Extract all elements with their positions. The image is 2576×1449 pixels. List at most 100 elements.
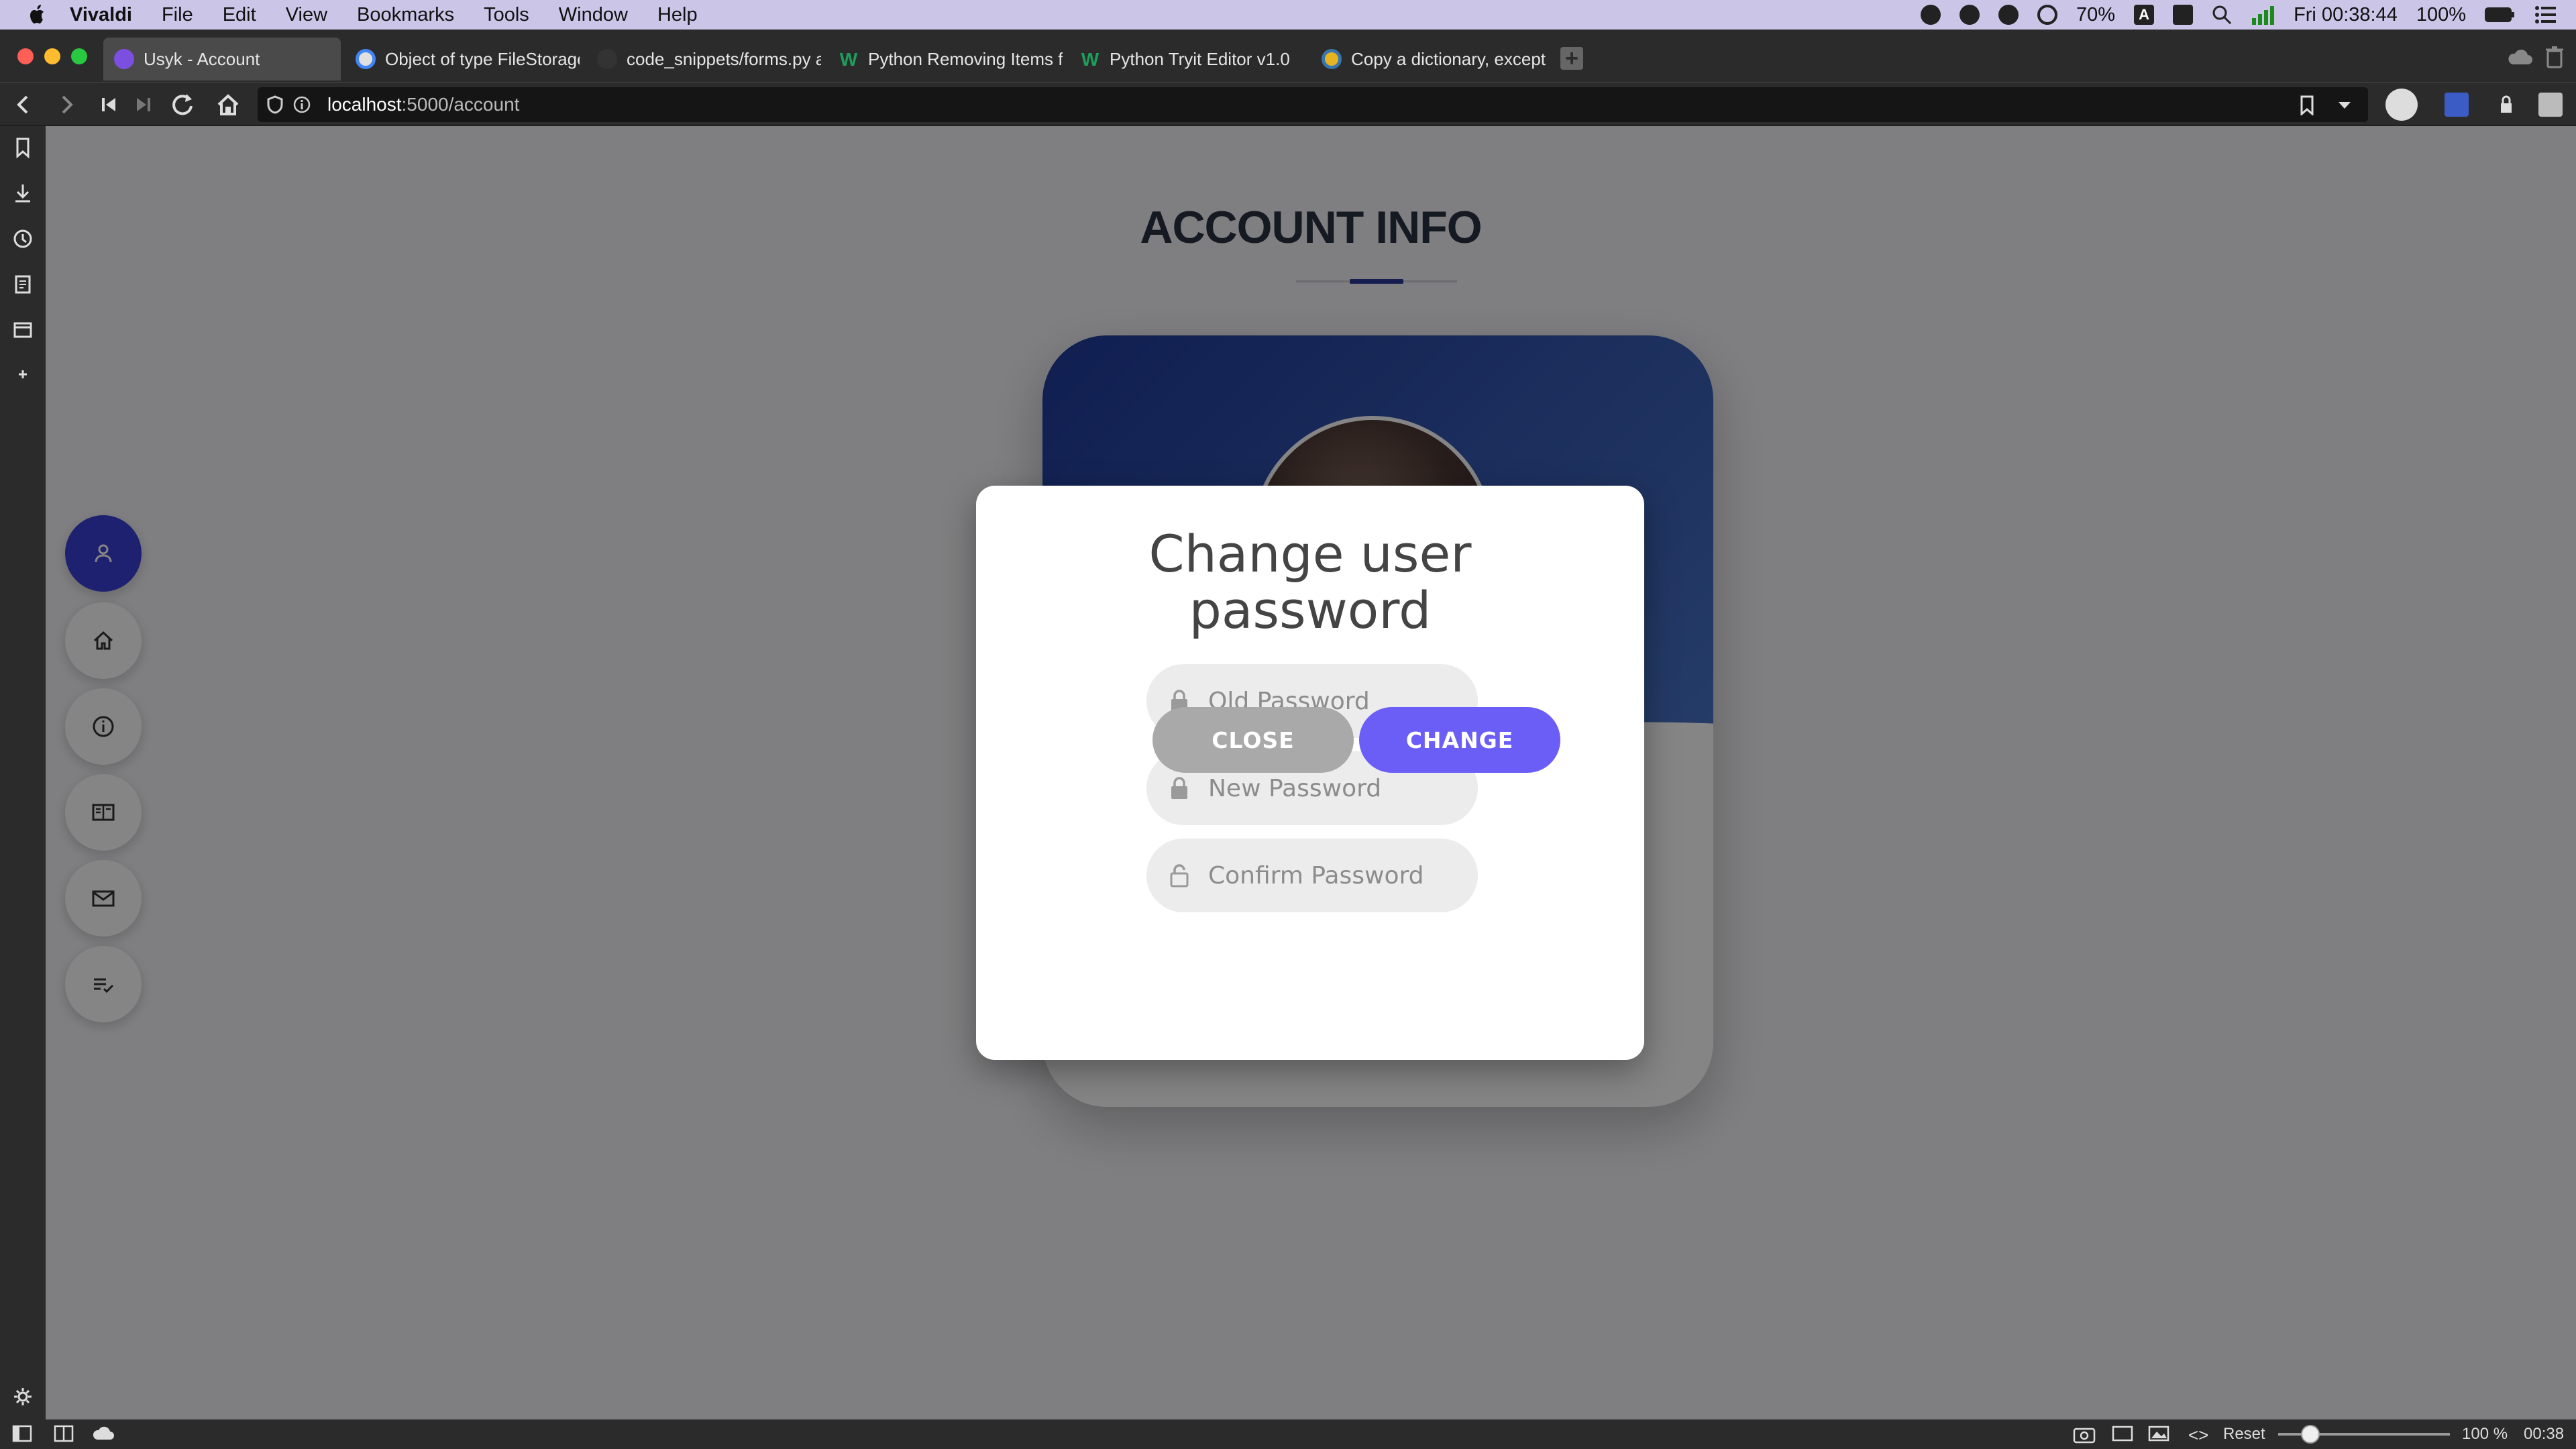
extension-icon[interactable] <box>2538 93 2563 117</box>
window-zoom-button[interactable] <box>71 48 87 64</box>
tab-python-tryit-editor[interactable]: W Python Tryit Editor v1.0 <box>1069 38 1304 80</box>
rewind-icon[interactable] <box>93 89 125 121</box>
menu-file[interactable]: File <box>162 4 193 26</box>
history-panel-icon[interactable] <box>12 228 34 250</box>
menu-bookmarks[interactable]: Bookmarks <box>357 4 454 26</box>
vivaldi-side-panel <box>0 126 46 1419</box>
status-clock: 00:38 <box>2524 1425 2565 1443</box>
settings-gear-icon[interactable] <box>12 1386 34 1407</box>
zoom-reset-button[interactable]: Reset <box>2223 1425 2265 1444</box>
battery-percent: 100% <box>2416 3 2466 25</box>
bookmarks-panel-icon[interactable] <box>12 137 34 158</box>
window-icon[interactable] <box>2112 1425 2133 1442</box>
progress-circle-icon[interactable] <box>2037 5 2058 25</box>
python-favicon-icon <box>1322 49 1342 69</box>
reload-icon[interactable] <box>166 89 199 121</box>
panel-toggle-icon[interactable] <box>12 1425 32 1442</box>
menu-view[interactable]: View <box>286 4 327 26</box>
menu-tools[interactable]: Tools <box>484 4 529 26</box>
sync-cloud-icon[interactable] <box>2506 48 2533 66</box>
tab-copy-dictionary[interactable]: Copy a dictionary, except <box>1311 38 1546 80</box>
add-web-panel-icon[interactable] <box>12 364 34 385</box>
image-toggle-icon[interactable] <box>2148 1425 2169 1442</box>
macos-menu-bar: Vivaldi File Edit View Bookmarks Tools W… <box>0 0 2576 30</box>
tab-code-snippets[interactable]: code_snippets/forms.py a <box>586 38 821 80</box>
forward-icon[interactable] <box>51 89 83 121</box>
home-icon[interactable] <box>212 89 244 121</box>
url-path: :5000/account <box>401 94 520 115</box>
mail-app-icon[interactable] <box>1998 5 2019 25</box>
change-password-modal: Change user password <box>976 486 1644 1060</box>
menu-edit[interactable]: Edit <box>223 4 256 26</box>
window-manager-icon[interactable] <box>2173 5 2194 25</box>
tab-label: Python Tryit Editor v1.0 <box>1110 48 1290 69</box>
notes-panel-icon[interactable] <box>12 274 34 295</box>
url-field[interactable]: localhost:5000/account <box>258 87 2368 122</box>
tab-python-removing-items[interactable]: W Python Removing Items fr <box>828 38 1063 80</box>
unlock-icon <box>1170 864 1189 888</box>
cloud-sync-icon[interactable] <box>91 1425 115 1442</box>
translate-extension-icon[interactable] <box>2445 93 2469 117</box>
window-close-button[interactable] <box>17 48 34 64</box>
tab-label: Copy a dictionary, except <box>1351 48 1546 69</box>
window-panel-icon[interactable] <box>12 319 34 341</box>
chevron-down-icon[interactable] <box>2337 101 2352 110</box>
new-tab-button[interactable]: + <box>1560 47 1583 70</box>
site-info-icon[interactable] <box>292 95 311 114</box>
tab-favicon-icon <box>114 49 134 69</box>
zoom-slider[interactable] <box>2278 1425 2450 1444</box>
control-center-icon[interactable] <box>2534 5 2557 25</box>
change-password-button[interactable]: CHANGE <box>1359 707 1560 773</box>
zoom-level: 100 % <box>2462 1425 2508 1443</box>
url-host: localhost <box>327 94 402 115</box>
flash-app-icon[interactable] <box>1960 5 1980 25</box>
confirm-password-field[interactable] <box>1146 839 1478 912</box>
tab-label: Object of type FileStorage <box>385 48 580 69</box>
zoom-slider-handle[interactable] <box>2301 1425 2320 1444</box>
trash-icon[interactable] <box>2545 46 2564 68</box>
tab-label: Usyk - Account <box>144 48 260 69</box>
lock-icon <box>1171 777 1187 799</box>
modal-title-line-1: Change user <box>1148 524 1472 584</box>
keyboard-input-icon[interactable]: A <box>2134 5 2155 25</box>
menu-status-area: 70% A Fri 00:38:44 100% <box>1921 0 2576 30</box>
capture-icon[interactable] <box>2073 1425 2096 1444</box>
tab-label: code_snippets/forms.py a <box>627 48 821 69</box>
battery-icon[interactable] <box>2485 6 2516 23</box>
address-bar: localhost:5000/account <box>0 82 2576 125</box>
notification-app-icon[interactable] <box>1921 5 1941 25</box>
back-icon[interactable] <box>7 89 39 121</box>
code-toggle-icon[interactable]: <> <box>2188 1425 2208 1446</box>
w3schools-favicon-icon: W <box>1081 49 1099 70</box>
tab-bar: Usyk - Account Object of type FileStorag… <box>0 30 2576 82</box>
browser-status-bar: <> Reset 100 % 00:38 <box>0 1419 2576 1449</box>
downloads-panel-icon[interactable] <box>12 182 34 204</box>
menu-help[interactable]: Help <box>657 4 698 26</box>
window-minimize-button[interactable] <box>44 48 60 64</box>
w3schools-favicon-icon: W <box>839 49 858 70</box>
modal-title-line-2: password <box>1189 580 1432 640</box>
close-button[interactable]: CLOSE <box>1152 707 1354 773</box>
tab-object-filestorage[interactable]: Object of type FileStorage <box>345 38 580 80</box>
web-page: ACCOUNT INFO Change user password CLOSE … <box>46 126 2576 1419</box>
apple-logo-icon[interactable] <box>27 3 47 26</box>
google-favicon-icon <box>356 49 376 69</box>
lock-extension-icon[interactable] <box>2490 89 2522 121</box>
github-favicon-icon <box>597 49 617 69</box>
tile-tabs-icon[interactable] <box>54 1425 74 1442</box>
menu-window[interactable]: Window <box>559 4 628 26</box>
bookmark-page-icon[interactable] <box>2300 95 2314 115</box>
confirm-password-input[interactable] <box>1208 861 1463 890</box>
modal-title: Change user password <box>976 526 1644 639</box>
tab-usyk-account[interactable]: Usyk - Account <box>103 38 341 80</box>
signal-strength-icon[interactable] <box>2251 5 2275 25</box>
cpu-percent: 70% <box>2076 3 2116 25</box>
fast-forward-icon[interactable] <box>127 89 160 121</box>
search-icon[interactable] <box>2212 5 2232 25</box>
menu-app-name[interactable]: Vivaldi <box>70 4 132 26</box>
profile-avatar[interactable] <box>2385 89 2418 121</box>
shield-icon[interactable] <box>267 95 283 114</box>
clock[interactable]: Fri 00:38:44 <box>2294 4 2398 26</box>
tab-label: Python Removing Items fr <box>868 48 1063 69</box>
new-password-input[interactable] <box>1208 774 1463 802</box>
